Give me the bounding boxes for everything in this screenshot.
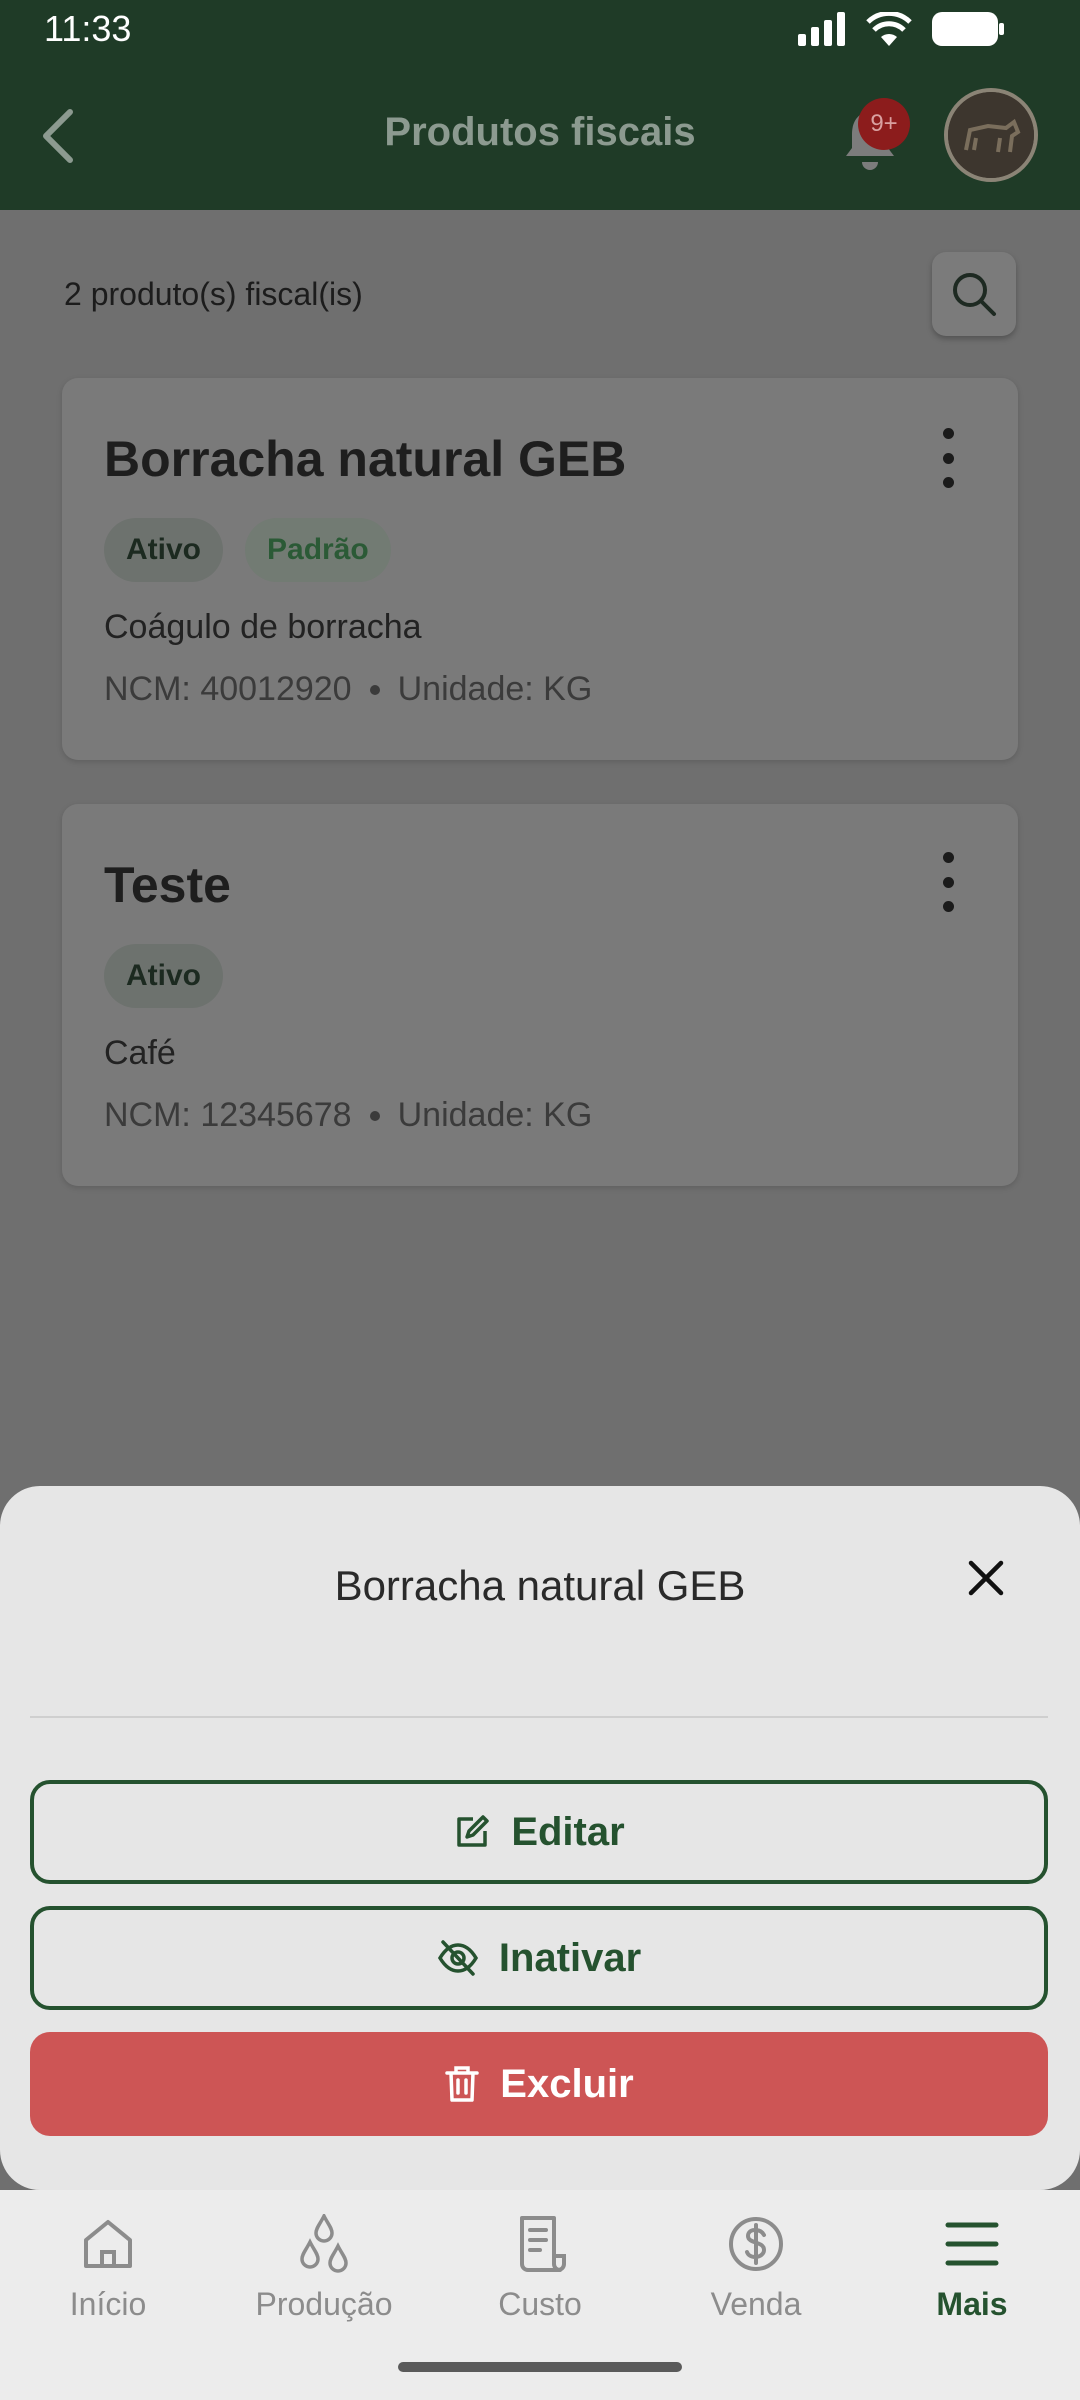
product-meta: NCM: 40012920 Unidade: KG [104,670,592,709]
product-description: Café [104,1034,176,1072]
search-icon [953,273,996,316]
ncm-code: NCM: 40012920 [104,670,352,708]
unit: Unidade: KG [397,1096,593,1134]
product-card[interactable]: Teste Ativo Café NCM: 12345678 Unidade: … [62,804,1018,1186]
nav-item-mais[interactable]: Mais [864,2212,1080,2323]
separator-dot [369,684,380,695]
trash-icon [445,2066,480,2102]
status-badges: Ativo [104,944,223,1008]
nav-item-venda[interactable]: Venda [648,2212,864,2323]
product-meta: NCM: 12345678 Unidade: KG [104,1096,592,1135]
delete-button[interactable]: Excluir [30,2032,1048,2136]
home-icon [84,2220,132,2268]
search-button[interactable] [932,252,1016,336]
status-badges: Ativo Padrão [104,518,391,582]
ncm-code: NCM: 12345678 [104,1096,352,1134]
edit-icon [457,1815,490,1847]
app-header: 11:33 Produtos fiscais 9+ [0,0,1080,210]
nav-item-custo[interactable]: Custo [432,2212,648,2323]
kebab-dot [942,428,954,439]
avatar-image [948,92,1034,178]
unit: Unidade: KG [397,670,593,708]
close-button[interactable] [960,1552,1012,1604]
more-options-button[interactable] [936,852,960,912]
nav-label: Venda [710,2286,802,2322]
edit-label: Editar [511,1809,625,1854]
product-name: Borracha natural GEB [104,431,627,487]
product-card[interactable]: Borracha natural GEB Ativo Padrão Coágul… [62,378,1018,760]
default-badge: Padrão [245,518,391,582]
notification-badge: 9+ [858,98,910,150]
dollar-circle-icon [729,2217,783,2271]
signal-icon [798,12,845,46]
wifi-icon [866,12,912,46]
status-badge: Ativo [104,518,223,582]
nav-item-producao[interactable]: Produção [216,2212,432,2323]
status-icons [798,12,1004,46]
nav-label: Custo [498,2286,582,2322]
separator-dot [369,1110,380,1121]
kebab-dot [942,901,954,912]
edit-button[interactable]: Editar [30,1780,1048,1884]
divider [30,1716,1048,1718]
more-options-button[interactable] [936,428,960,488]
nav-label: Produção [255,2286,393,2322]
kebab-dot [942,876,954,888]
avatar[interactable] [944,88,1038,182]
sheet-title: Borracha natural GEB [334,1562,746,1609]
delete-label: Excluir [500,2061,634,2106]
product-description: Coágulo de borracha [104,608,422,646]
kebab-dot [942,452,954,464]
nav-item-inicio[interactable]: Início [0,2212,216,2323]
status-badge: Ativo [104,944,223,1008]
receipt-icon [520,2216,566,2272]
kebab-dot [942,477,954,488]
status-time: 11:33 [44,8,132,49]
page-title: Produtos fiscais [384,110,696,154]
close-icon [968,1560,1004,1596]
drops-icon [300,2214,348,2273]
nav-label: Mais [936,2286,1008,2322]
menu-icon [945,2222,999,2266]
product-name: Teste [104,857,231,913]
actions-bottom-sheet: Borracha natural GEB Editar Inativar Exc… [0,1486,1080,2190]
product-count: 2 produto(s) fiscal(is) [64,276,363,312]
home-indicator[interactable] [398,2362,682,2372]
battery-icon [932,12,1004,46]
eye-off-icon [437,1940,478,1976]
nav-label: Início [69,2286,147,2322]
deactivate-button[interactable]: Inativar [30,1906,1048,2010]
deactivate-label: Inativar [498,1935,642,1980]
kebab-dot [942,852,954,863]
